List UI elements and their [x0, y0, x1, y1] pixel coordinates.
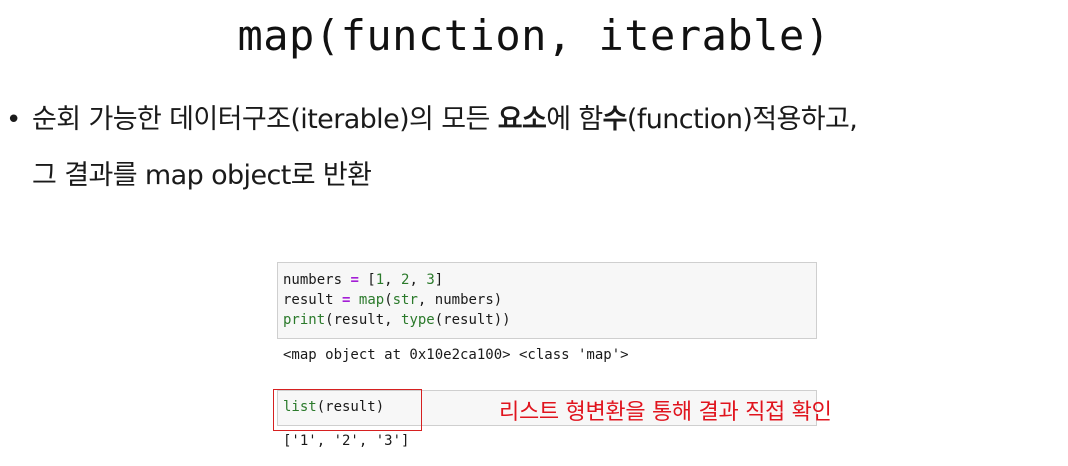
bullet-emphasis-function: 수	[602, 104, 628, 135]
cell-output-2: ['1', '2', '3']	[283, 433, 410, 449]
builtin-function: map	[358, 292, 385, 308]
bullet-text: (function)적용하고,	[626, 104, 858, 135]
highlight-box	[273, 389, 422, 431]
builtin-function: print	[283, 312, 326, 328]
cell-output-1: <map object at 0x10e2ca100> <class 'map'…	[283, 347, 629, 363]
number-literal: 1	[375, 272, 385, 288]
builtin-function: type	[401, 312, 435, 328]
slide-title: map(function, iterable)	[237, 11, 831, 60]
code-line-1: numbers = [1, 2, 3]	[283, 272, 444, 288]
operator: =	[350, 272, 359, 288]
builtin-function: str	[392, 292, 418, 308]
bullet-text: 순회 가능한 데이터구조(iterable)의 모든	[32, 104, 498, 135]
code-line-2: result = map(str, numbers)	[283, 292, 503, 308]
number-literal: 3	[426, 272, 435, 288]
code-line-3: print(result, type(result))	[283, 312, 511, 328]
bullet-dot: •	[6, 105, 22, 135]
bullet-line-2: 그 결과를 map object로 반환	[32, 160, 372, 191]
bullet-text: 에 함	[546, 104, 603, 135]
annotation-text: 리스트 형변환을 통해 결과 직접 확인	[499, 400, 832, 425]
bullet-emphasis-element: 요소	[497, 104, 547, 135]
bullet-line-1: 순회 가능한 데이터구조(iterable)의 모든 요소에 함수(functi…	[32, 98, 858, 142]
